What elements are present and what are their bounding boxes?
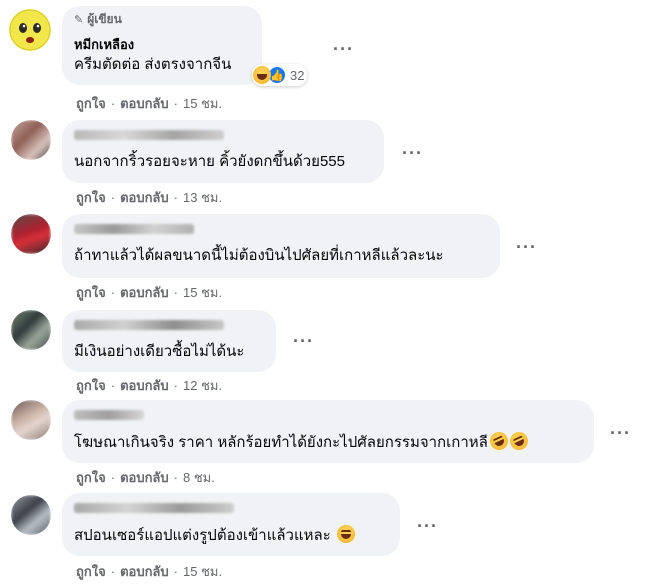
avatar-image bbox=[11, 120, 51, 160]
like-button[interactable]: ถูกใจ bbox=[76, 285, 106, 300]
reaction-count: 32 bbox=[290, 67, 305, 83]
timestamp[interactable]: 12 ชม. bbox=[183, 378, 222, 393]
avatar-image bbox=[11, 310, 51, 350]
separator: · bbox=[110, 190, 116, 205]
timestamp[interactable]: 13 ชม. bbox=[183, 190, 222, 205]
separator: · bbox=[110, 470, 116, 485]
comment-bubble: มีเงินอย่างเดียวซื้อไม่ได้นะ bbox=[62, 310, 276, 372]
reaction-summary[interactable]: 👍 32 bbox=[252, 64, 308, 86]
like-button[interactable]: ถูกใจ bbox=[76, 470, 106, 485]
comment-actions: ถูกใจ · ตอบกลับ · 15 ชม. bbox=[76, 96, 222, 112]
avatar[interactable] bbox=[11, 310, 51, 350]
timestamp[interactable]: 8 ชม. bbox=[183, 470, 215, 485]
reply-button[interactable]: ตอบกลับ bbox=[120, 564, 169, 579]
separator: · bbox=[173, 285, 178, 300]
avatar-image bbox=[11, 214, 51, 254]
timestamp[interactable]: 15 ชม. bbox=[183, 285, 222, 300]
comment-actions: ถูกใจ · ตอบกลับ · 15 ชม. bbox=[76, 564, 222, 580]
reply-button[interactable]: ตอบกลับ bbox=[120, 190, 169, 205]
avatar[interactable] bbox=[11, 495, 51, 535]
separator: · bbox=[110, 564, 116, 579]
comment-text-body: สปอนเซอร์แอปแต่งรูปต้องเข้าแล้วแหละ bbox=[74, 527, 331, 544]
comment-actions: ถูกใจ · ตอบกลับ · 13 ชม. bbox=[76, 190, 222, 206]
author-badge: ✎ ผู้เขียน bbox=[74, 10, 122, 29]
reply-button[interactable]: ตอบกลับ bbox=[120, 470, 169, 485]
yellow-face-avatar-icon bbox=[9, 9, 51, 51]
grinning-sweat-emoji-icon bbox=[336, 525, 355, 543]
more-options-button[interactable]: ··· bbox=[333, 40, 354, 58]
comment-bubble: ถ้าทาแล้วได้ผลขนาดนี้ไม่ต้องบินไปศัลยที่… bbox=[62, 214, 500, 278]
author-badge-label: ผู้เขียน bbox=[87, 12, 122, 26]
comment-text: ครีมตัดต่อ ส่งตรงจากจีน bbox=[74, 56, 232, 73]
like-button[interactable]: ถูกใจ bbox=[76, 96, 106, 111]
author-name-redacted[interactable] bbox=[74, 503, 234, 513]
pen-icon: ✎ bbox=[74, 14, 84, 26]
more-options-button[interactable]: ··· bbox=[402, 144, 423, 162]
comment-text-body: โฆษณาเกินจริง ราคา หลักร้อยทำได้ยังกะไปศ… bbox=[74, 434, 488, 451]
timestamp[interactable]: 15 ชม. bbox=[183, 564, 222, 579]
more-options-button[interactable]: ··· bbox=[417, 517, 438, 535]
comment-text: สปอนเซอร์แอปแต่งรูปต้องเข้าแล้วแหละ bbox=[74, 525, 388, 546]
avatar-image bbox=[11, 495, 51, 535]
comment-text: มีเงินอย่างเดียวซื้อไม่ได้นะ bbox=[74, 343, 245, 360]
comment-text: โฆษณาเกินจริง ราคา หลักร้อยทำได้ยังกะไปศ… bbox=[74, 429, 582, 453]
comment-bubble: โฆษณาเกินจริง ราคา หลักร้อยทำได้ยังกะไปศ… bbox=[62, 400, 594, 463]
comment-actions: ถูกใจ · ตอบกลับ · 15 ชม. bbox=[76, 285, 222, 301]
separator: · bbox=[173, 564, 178, 579]
rolling-laughing-emoji-icon bbox=[486, 429, 511, 453]
author-name-redacted[interactable] bbox=[74, 224, 194, 234]
separator: · bbox=[173, 378, 178, 393]
separator: · bbox=[110, 285, 116, 300]
author-name-redacted[interactable] bbox=[74, 410, 144, 420]
avatar[interactable] bbox=[11, 120, 51, 160]
avatar[interactable] bbox=[11, 214, 51, 254]
more-options-button[interactable]: ··· bbox=[293, 332, 314, 350]
author-name[interactable]: หมีกเหลือง bbox=[74, 36, 250, 53]
author-name-redacted[interactable] bbox=[74, 130, 224, 140]
comment-text: ถ้าทาแล้วได้ผลขนาดนี้ไม่ต้องบินไปศัลยที่… bbox=[74, 247, 444, 264]
separator: · bbox=[110, 96, 116, 111]
more-options-button[interactable]: ··· bbox=[610, 424, 631, 442]
like-button[interactable]: ถูกใจ bbox=[76, 190, 106, 205]
reply-button[interactable]: ตอบกลับ bbox=[120, 285, 169, 300]
reply-button[interactable]: ตอบกลับ bbox=[120, 378, 169, 393]
separator: · bbox=[173, 190, 178, 205]
like-button[interactable]: ถูกใจ bbox=[76, 378, 106, 393]
more-options-button[interactable]: ··· bbox=[516, 238, 537, 256]
author-name-redacted[interactable] bbox=[74, 320, 224, 330]
avatar[interactable] bbox=[11, 400, 51, 440]
separator: · bbox=[110, 378, 116, 393]
comment-actions: ถูกใจ · ตอบกลับ · 12 ชม. bbox=[76, 378, 222, 394]
reply-button[interactable]: ตอบกลับ bbox=[120, 96, 169, 111]
avatar[interactable] bbox=[9, 9, 51, 51]
comment-actions: ถูกใจ · ตอบกลับ · 8 ชม. bbox=[76, 470, 215, 486]
comment-bubble: นอกจากริ้วรอยจะหาย คิ้วยังดกขึ้นด้วย555 bbox=[62, 120, 384, 183]
rolling-laughing-emoji-icon bbox=[506, 429, 531, 453]
haha-reaction-icon bbox=[253, 66, 271, 84]
separator: · bbox=[173, 470, 178, 485]
avatar-image bbox=[11, 400, 51, 440]
comment-bubble: สปอนเซอร์แอปแต่งรูปต้องเข้าแล้วแหละ bbox=[62, 493, 400, 556]
like-button[interactable]: ถูกใจ bbox=[76, 564, 106, 579]
timestamp[interactable]: 15 ชม. bbox=[183, 96, 222, 111]
separator: · bbox=[173, 96, 178, 111]
comment-text: นอกจากริ้วรอยจะหาย คิ้วยังดกขึ้นด้วย555 bbox=[74, 153, 345, 170]
